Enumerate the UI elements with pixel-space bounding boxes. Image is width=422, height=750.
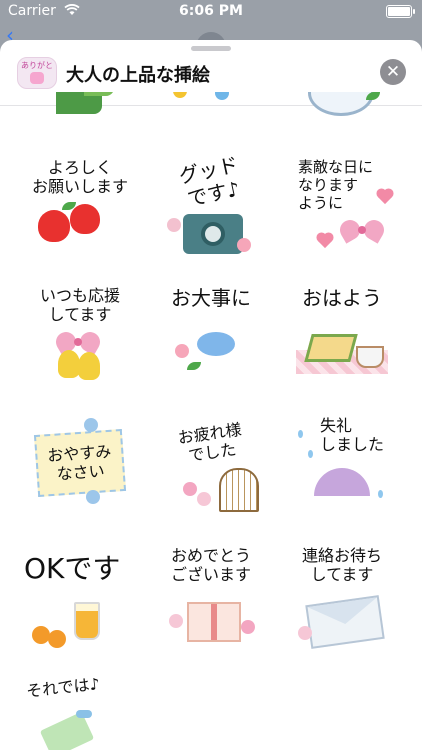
sticker-cell[interactable] [153,92,269,142]
close-button[interactable]: ✕ [380,59,406,85]
sticker-cell[interactable]: おはよう [284,280,400,396]
gift-box-icon [187,602,241,642]
bottle-icon [30,72,44,84]
heart-icon [317,233,333,249]
birdcage-icon [219,468,259,512]
flower-icon [86,490,100,504]
clock: 6:06 PM [179,3,243,19]
sticker-cell[interactable]: よろしく お願いします [22,152,138,268]
sticker-cell[interactable]: OKです [22,540,138,656]
sticker-cell[interactable] [284,92,400,142]
sticker-cell[interactable]: それでは♪ [22,670,138,750]
leaf-icon [84,92,114,96]
umbrella-icon [314,468,370,496]
sticker-label: それでは♪ [25,674,101,701]
sticker-cell[interactable]: グッド です♪ [153,152,269,268]
sheet-grabber[interactable] [191,46,231,51]
bell-icon [78,352,100,380]
sticker-cell[interactable]: おめでとう ございます [153,540,269,656]
coffee-cup-icon [356,346,384,368]
flower-icon [298,626,312,640]
juice-glass-icon [74,602,100,640]
sticker-cell[interactable]: いつも応援 してます [22,280,138,396]
sandwich-icon [304,334,358,362]
bell-icon [58,350,80,378]
bird-icon [197,332,235,356]
sticker-cell[interactable]: 失礼 しました [284,410,400,526]
flower-icon [169,614,183,628]
raindrop-icon [298,430,303,438]
camera-icon [183,214,243,254]
sticker-label: いつも応援 してます [39,286,120,324]
apple-icon [70,204,100,234]
flower-icon [173,92,187,98]
close-icon: ✕ [385,62,401,82]
flower-icon [84,418,98,432]
sticker-cell[interactable] [22,92,138,142]
flower-icon [183,482,197,496]
leaf-icon [187,362,201,370]
sticker-cell[interactable]: 連絡お待ち してます [284,540,400,656]
sticker-label: よろしく お願いします [31,158,128,196]
flower-icon [175,344,189,358]
sticker-grid: よろしく お願いします グッド です♪ 素敵な日に なります ように いつも応援… [0,92,422,750]
sticker-cell[interactable]: 素敵な日に なります ように [284,152,400,268]
sticker-label: おめでとう ございます [170,546,251,584]
sticker-label: お疲れ様 でした [176,419,243,466]
raindrop-icon [308,450,313,458]
battery-icon [386,5,415,18]
status-bar: Carrier 6:06 PM [0,0,422,24]
sticker-label: 連絡お待ち してます [301,546,382,584]
apple-icon [38,210,70,242]
sticker-label: OKです [24,552,121,585]
orange-icon [48,630,66,648]
sticker-cell[interactable]: お大事に [153,280,269,396]
sticker-label: おやすみ なさい [46,441,112,484]
raindrop-icon [378,490,383,498]
sticker-label: おはよう [302,286,382,310]
sticker-label: グッド です♪ [176,152,242,211]
sticker-label: お大事に [171,286,251,310]
orange-icon [32,626,50,644]
sticker-label: 失礼 しました [320,416,385,454]
sticker-sheet: ありがとう 大人の上品な挿絵 ✕ よろしく お願いします [0,40,422,750]
sticker-cell[interactable]: お疲れ様 でした [153,410,269,526]
flower-icon [241,620,255,634]
plate-icon [308,92,374,116]
leaf-icon [366,92,380,100]
app-icon: ありがとう [17,57,57,89]
flower-icon [215,92,229,100]
bow-icon [336,216,388,246]
flower-icon [197,492,211,506]
envelope-icon [305,595,385,649]
sticker-cell[interactable]: おやすみ なさい [22,410,138,526]
flower-icon [167,218,181,232]
app-title: 大人の上品な挿絵 [66,65,210,86]
flower-icon [237,238,251,252]
ribbon-icon [76,710,92,718]
